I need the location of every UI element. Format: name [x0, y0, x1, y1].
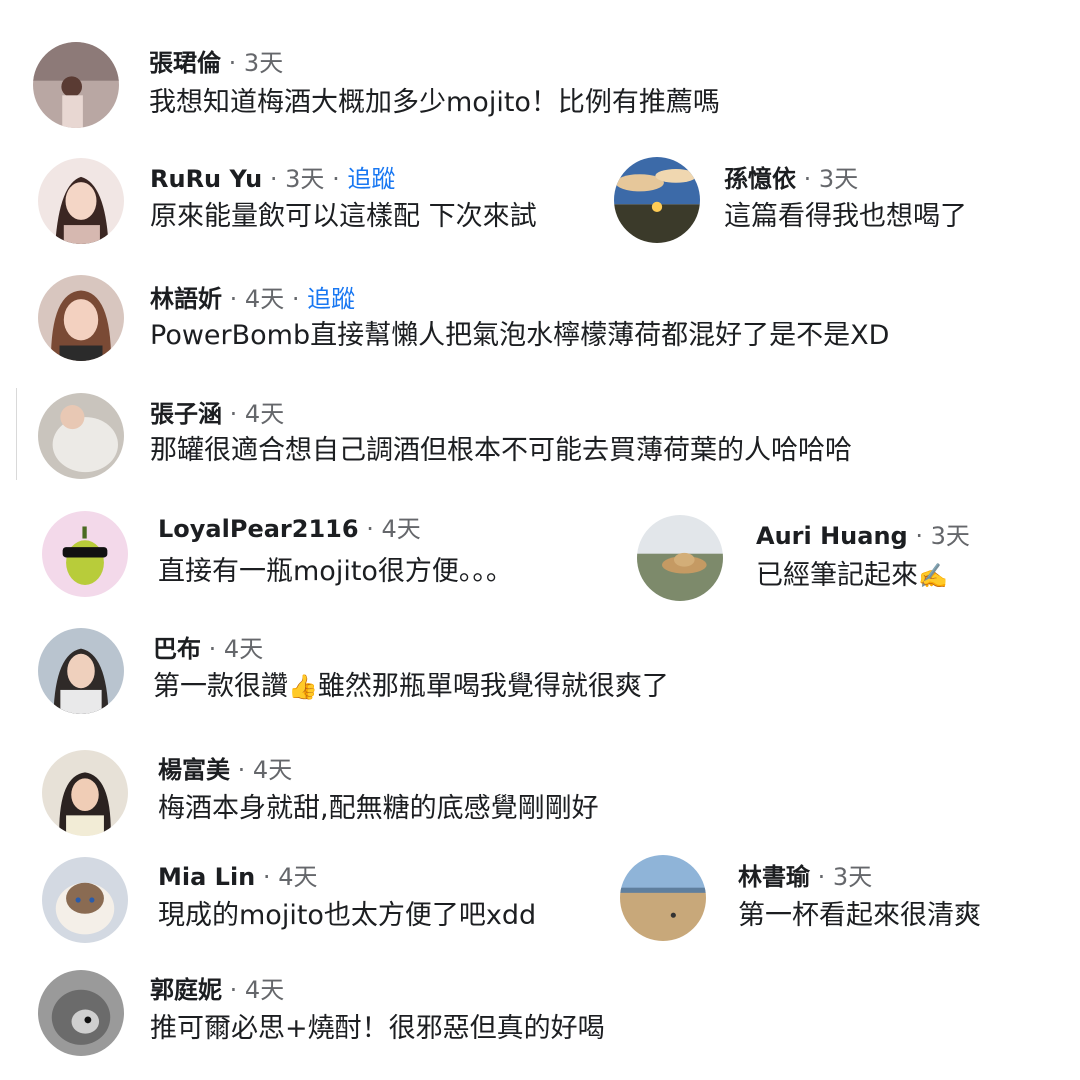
comment-text-content: 雖然那瓶單喝我覺得就很爽了 — [317, 671, 669, 702]
avatar[interactable] — [38, 393, 124, 479]
comment-text-content: 已經筆記起來 — [756, 560, 918, 591]
avatar-photo — [620, 855, 706, 941]
avatar-photo — [38, 275, 124, 361]
comment-meta: 孫憶依 · 3天 — [724, 164, 858, 194]
commenter-name[interactable]: 孫憶依 — [724, 165, 796, 193]
commenter-name[interactable]: RuRu Yu — [150, 165, 262, 193]
avatar[interactable] — [42, 511, 128, 597]
comment-text: 我想知道梅酒大概加多少mojito！比例有推薦嗎 — [149, 87, 720, 118]
separator: · — [228, 49, 237, 77]
comment-meta: 郭庭妮 · 4天 — [150, 975, 284, 1005]
comment-text: 現成的mojito也太方便了吧xdd — [158, 900, 537, 931]
timestamp: 3天 — [930, 522, 970, 550]
avatar[interactable] — [33, 42, 119, 128]
avatar[interactable] — [42, 857, 128, 943]
avatar-photo — [38, 628, 124, 714]
avatar-photo — [38, 393, 124, 479]
commenter-name[interactable]: 楊富美 — [158, 756, 230, 784]
separator: · — [208, 635, 217, 663]
separator: · — [915, 522, 923, 550]
separator: · — [803, 165, 812, 193]
avatar-photo — [33, 42, 119, 128]
separator: · — [262, 863, 271, 891]
comment-text: 推可爾必思+燒酎！很邪惡但真的好喝 — [150, 1013, 605, 1044]
timestamp: 4天 — [244, 400, 285, 428]
commenter-name[interactable]: 巴布 — [153, 635, 201, 663]
follow-link[interactable]: 追蹤 — [347, 165, 395, 193]
commenter-name[interactable]: 張子涵 — [150, 400, 222, 428]
avatar-photo — [637, 515, 723, 601]
avatar[interactable] — [38, 158, 124, 244]
separator: · — [237, 756, 246, 784]
comment-text: 原來能量飲可以這樣配 下次來試 — [150, 201, 537, 232]
timestamp: 3天 — [832, 863, 873, 891]
thread-divider — [16, 388, 17, 480]
comment-text: 第一杯看起來很清爽 — [738, 900, 981, 931]
avatar-photo — [42, 511, 128, 597]
comment-text: 梅酒本身就甜,配無糖的底感覺剛剛好 — [158, 793, 599, 824]
avatar[interactable] — [38, 970, 124, 1056]
commenter-name[interactable]: 張珺倫 — [149, 49, 221, 77]
separator: · — [332, 165, 340, 193]
separator: · — [229, 400, 238, 428]
comment-meta: 張珺倫 · 3天 — [149, 48, 283, 78]
avatar-photo — [38, 158, 124, 244]
timestamp: 3天 — [818, 165, 859, 193]
comment-text: 這篇看得我也想喝了 — [724, 201, 967, 232]
commenter-name[interactable]: 林書瑜 — [738, 863, 810, 891]
thumbs-up-icon: 👍 — [288, 673, 318, 701]
timestamp: 4天 — [244, 976, 285, 1004]
avatar-photo — [38, 970, 124, 1056]
comment-meta: 楊富美 · 4天 — [158, 755, 292, 785]
separator: · — [291, 285, 300, 313]
comment-meta: LoyalPear2116 · 4天 — [158, 514, 421, 544]
timestamp: 3天 — [285, 165, 325, 193]
comment-meta: 林書瑜 · 3天 — [738, 862, 872, 892]
commenter-name[interactable]: LoyalPear2116 — [158, 515, 359, 543]
comment-meta: RuRu Yu · 3天 · 追蹤 — [150, 164, 395, 194]
commenter-name[interactable]: Mia Lin — [158, 863, 255, 891]
follow-link[interactable]: 追蹤 — [307, 285, 355, 313]
separator: · — [366, 515, 374, 543]
avatar-photo — [614, 157, 700, 243]
avatar[interactable] — [42, 750, 128, 836]
separator: · — [229, 976, 238, 1004]
timestamp: 4天 — [244, 285, 285, 313]
comment-text: 已經筆記起來✍️ — [756, 559, 948, 593]
comment-text: PowerBomb直接幫懶人把氣泡水檸檬薄荷都混好了是不是XD — [150, 320, 890, 351]
timestamp: 3天 — [243, 49, 284, 77]
comment-meta: 張子涵 · 4天 — [150, 399, 284, 429]
avatar[interactable] — [620, 855, 706, 941]
timestamp: 4天 — [381, 515, 421, 543]
comment-text-content: 第一款很讚 — [153, 671, 288, 702]
timestamp: 4天 — [223, 635, 264, 663]
separator: · — [817, 863, 826, 891]
avatar[interactable] — [38, 275, 124, 361]
comment-meta: Mia Lin · 4天 — [158, 862, 317, 892]
comment-text: 直接有一瓶mojito很方便。。。 — [158, 556, 513, 587]
commenter-name[interactable]: 林語妡 — [150, 285, 222, 313]
comment-meta: 巴布 · 4天 — [153, 634, 263, 664]
timestamp: 4天 — [278, 863, 318, 891]
comment-text: 第一款很讚👍雖然那瓶單喝我覺得就很爽了 — [153, 670, 669, 704]
commenter-name[interactable]: 郭庭妮 — [150, 976, 222, 1004]
separator: · — [229, 285, 238, 313]
avatar[interactable] — [38, 628, 124, 714]
avatar[interactable] — [614, 157, 700, 243]
comment-meta: Auri Huang · 3天 — [756, 521, 970, 551]
avatar-photo — [42, 750, 128, 836]
commenter-name[interactable]: Auri Huang — [756, 522, 908, 550]
avatar-photo — [42, 857, 128, 943]
writing-hand-icon: ✍️ — [918, 562, 948, 590]
comment-meta: 林語妡 · 4天 · 追蹤 — [150, 284, 355, 314]
avatar[interactable] — [637, 515, 723, 601]
separator: · — [269, 165, 278, 193]
timestamp: 4天 — [252, 756, 293, 784]
comment-text: 那罐很適合想自己調酒但根本不可能去買薄荷葉的人哈哈哈 — [150, 435, 852, 466]
